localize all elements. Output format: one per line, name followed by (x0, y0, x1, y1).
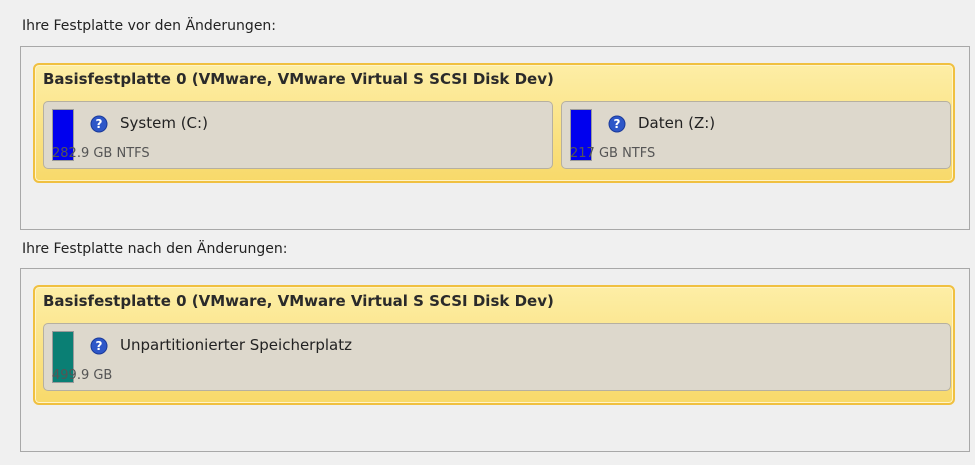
before-disk-title: Basisfestplatte 0 (VMware, VMware Virtua… (43, 70, 554, 88)
help-icon: ? (90, 115, 108, 133)
svg-text:?: ? (96, 117, 103, 131)
partition-size: 217 GB NTFS (570, 146, 656, 161)
partition-size: 499.9 GB (52, 368, 113, 383)
partition-preview-page: Ihre Festplatte vor den Änderungen: Basi… (0, 0, 975, 465)
svg-text:?: ? (96, 339, 103, 353)
partition-name: Daten (Z:) (638, 114, 716, 132)
partition-size: 282.9 GB NTFS (52, 146, 150, 161)
help-icon: ? (90, 337, 108, 355)
svg-text:?: ? (614, 117, 621, 131)
before-partition-daten[interactable]: ? Daten (Z:) 217 GB NTFS (561, 101, 951, 169)
after-section-label: Ihre Festplatte nach den Änderungen: (22, 241, 288, 257)
after-disk-title: Basisfestplatte 0 (VMware, VMware Virtua… (43, 292, 554, 310)
before-partition-system[interactable]: ? System (C:) 282.9 GB NTFS (43, 101, 553, 169)
partition-name: System (C:) (120, 114, 208, 132)
before-disk[interactable]: Basisfestplatte 0 (VMware, VMware Virtua… (33, 63, 955, 183)
help-icon: ? (608, 115, 626, 133)
after-panel: Basisfestplatte 0 (VMware, VMware Virtua… (20, 268, 970, 452)
after-disk[interactable]: Basisfestplatte 0 (VMware, VMware Virtua… (33, 285, 955, 405)
partition-name: Unpartitionierter Speicherplatz (120, 336, 352, 354)
before-section-label: Ihre Festplatte vor den Änderungen: (22, 18, 277, 34)
before-panel: Basisfestplatte 0 (VMware, VMware Virtua… (20, 46, 970, 230)
after-partition-unpartitioned[interactable]: ? Unpartitionierter Speicherplatz 499.9 … (43, 323, 951, 391)
